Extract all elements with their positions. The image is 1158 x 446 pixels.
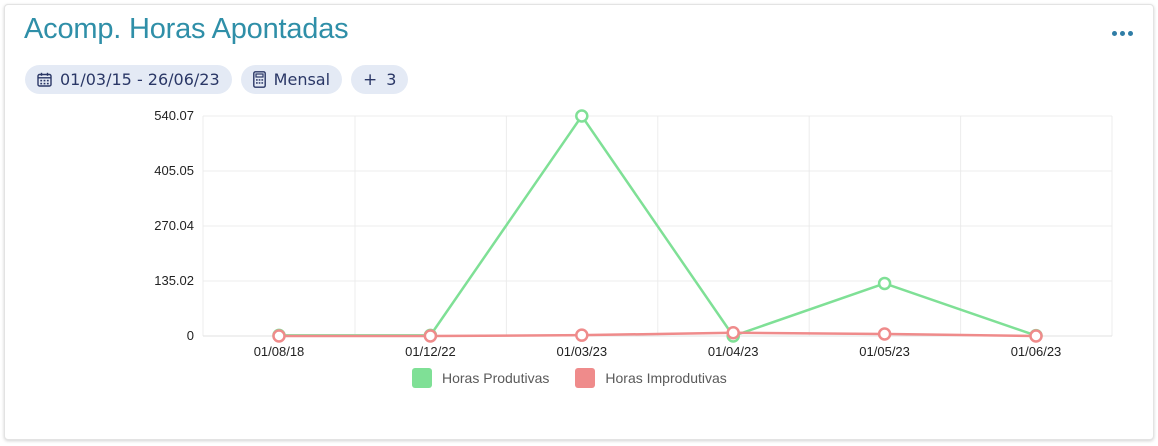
x-tick-label: 01/05/23 bbox=[859, 344, 910, 359]
x-axis-labels: 01/08/18 01/12/22 01/03/23 01/04/23 01/05/23… bbox=[254, 344, 1062, 359]
y-tick-label: 405.05 bbox=[154, 163, 194, 178]
y-tick-label: 270.04 bbox=[154, 218, 194, 233]
data-point-1 bbox=[877, 327, 892, 341]
legend-label-produtivas: Horas Produtivas bbox=[442, 370, 550, 386]
y-tick-label: 135.02 bbox=[154, 273, 194, 288]
data-point-0 bbox=[575, 109, 589, 123]
data-point-1 bbox=[423, 329, 438, 343]
legend-label-improdutivas: Horas Improdutivas bbox=[605, 370, 727, 386]
x-tick-label: 01/04/23 bbox=[708, 344, 759, 359]
y-axis-labels: 540.07 405.05 270.04 135.02 0 bbox=[154, 108, 194, 343]
data-point-0 bbox=[877, 276, 892, 291]
x-tick-label: 01/03/23 bbox=[556, 344, 607, 359]
legend-item-produtivas[interactable]: Horas Produtivas bbox=[412, 368, 549, 388]
data-point-1 bbox=[272, 329, 286, 343]
data-point-1 bbox=[575, 328, 589, 342]
x-tick-label: 01/12/22 bbox=[405, 344, 456, 359]
x-tick-label: 01/08/18 bbox=[254, 344, 305, 359]
x-tick-label: 01/06/23 bbox=[1011, 344, 1062, 359]
y-tick-label: 540.07 bbox=[154, 108, 194, 123]
legend-swatch-improdutivas bbox=[575, 368, 596, 388]
y-tick-label: 0 bbox=[187, 328, 194, 343]
legend-swatch-produtivas bbox=[412, 368, 432, 388]
data-point-1 bbox=[726, 325, 740, 340]
data-point-1 bbox=[1029, 329, 1043, 343]
line-chart: 540.07 405.05 270.04 135.02 0 01/08/18 01/12/… bbox=[154, 108, 1113, 359]
chart-legend: Horas Produtivas Horas Improdutivas bbox=[412, 368, 727, 388]
legend-item-improdutivas[interactable]: Horas Improdutivas bbox=[575, 368, 727, 388]
